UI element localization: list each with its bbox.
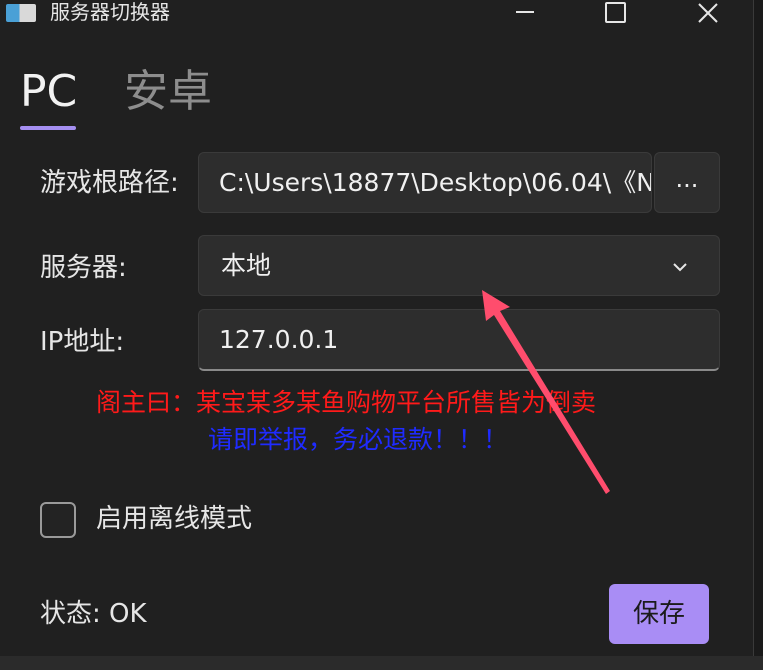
- save-button[interactable]: 保存: [609, 584, 709, 644]
- game-root-label: 游戏根路径:: [40, 168, 179, 198]
- active-tab-indicator: [20, 126, 76, 130]
- offline-mode-label[interactable]: 启用离线模式: [96, 503, 252, 535]
- ip-label: IP地址:: [40, 327, 125, 357]
- maximize-button[interactable]: [592, 0, 638, 26]
- background-desktop: [754, 0, 763, 656]
- browse-button[interactable]: ...: [654, 152, 720, 213]
- server-select[interactable]: 本地: [198, 235, 720, 296]
- background-taskbar: [0, 656, 763, 670]
- server-label: 服务器:: [40, 253, 127, 283]
- chevron-down-icon[interactable]: [670, 257, 690, 277]
- game-root-input[interactable]: C:\Users\18877\Desktop\06.04\《N: [198, 152, 652, 213]
- close-button[interactable]: [684, 0, 730, 26]
- status-text: 状态: OK: [40, 599, 147, 629]
- close-icon: [698, 3, 718, 23]
- app-icon: [6, 4, 36, 22]
- tab-android[interactable]: 安卓: [124, 66, 212, 118]
- title-bar: 服务器切换器: [0, 0, 753, 26]
- offline-mode-checkbox[interactable]: [40, 502, 76, 538]
- minimize-button[interactable]: [502, 0, 548, 26]
- ip-input[interactable]: 127.0.0.1: [198, 309, 720, 371]
- app-window: 服务器切换器 PC 安卓 游戏根路径: C:\Users\18877\Deskt…: [0, 0, 754, 656]
- red-arrow-icon: [482, 290, 610, 494]
- window-title: 服务器切换器: [50, 0, 170, 24]
- tab-pc[interactable]: PC: [20, 66, 77, 118]
- warning-notice-line2: 请即举报，务必退款！！！: [208, 425, 509, 454]
